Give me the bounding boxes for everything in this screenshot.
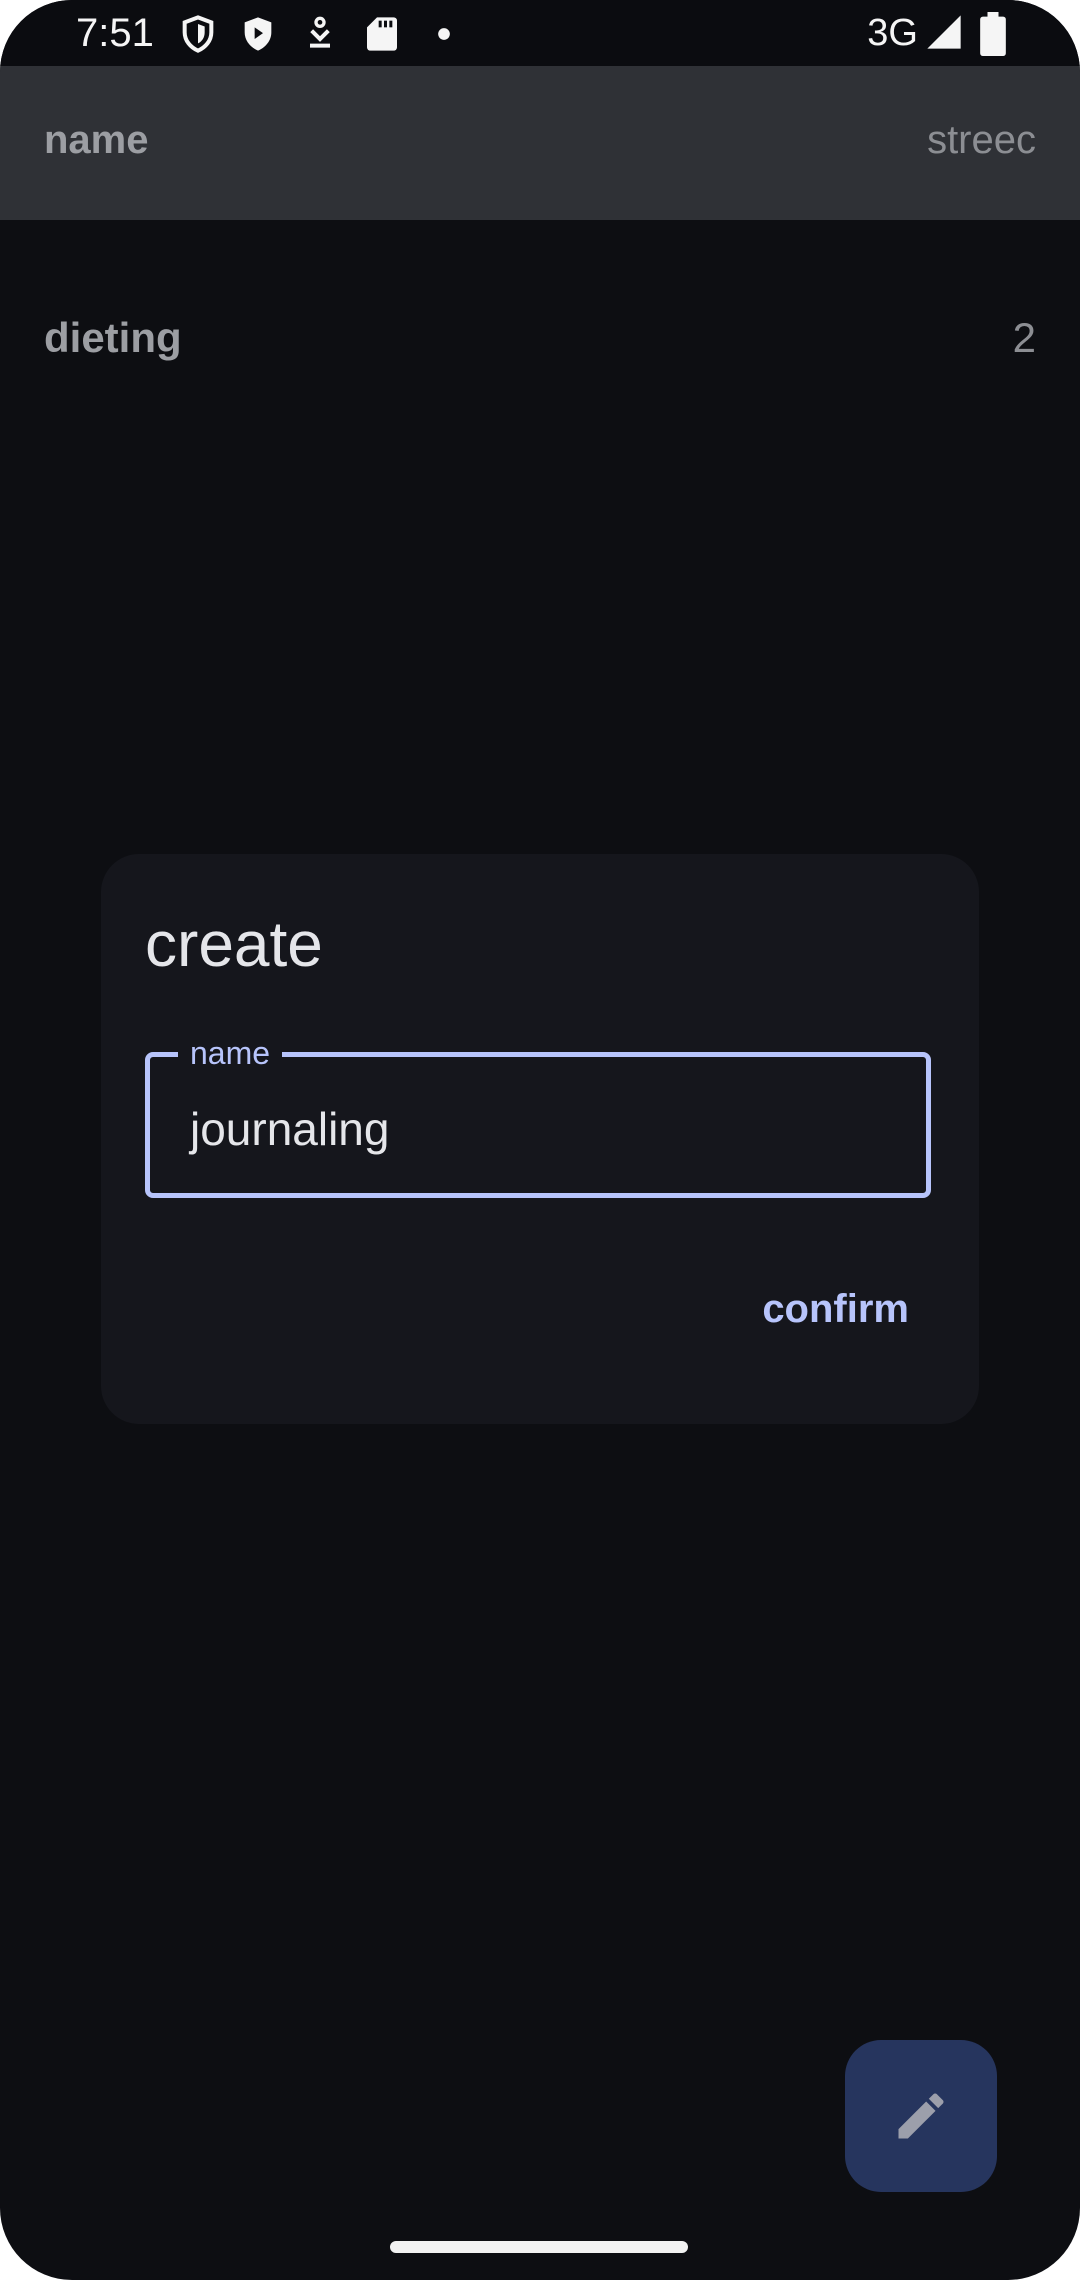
item-name: dieting: [44, 314, 182, 361]
status-bar: 7:51 3G: [0, 0, 1080, 66]
gesture-navigation-bar[interactable]: [390, 2241, 688, 2253]
notification-dot-icon: [438, 28, 450, 40]
shield-icon: [182, 15, 214, 53]
pencil-icon: [898, 2093, 944, 2139]
battery-icon: [980, 12, 1006, 56]
list-item[interactable]: dieting 2: [0, 300, 1080, 380]
create-dialog: create name journaling confirm: [101, 854, 979, 1424]
network-type: 3G: [867, 12, 918, 54]
name-field-value[interactable]: journaling: [190, 1103, 389, 1155]
signal-icon: [927, 15, 961, 49]
header-name-label: name: [44, 118, 149, 162]
confirm-button[interactable]: confirm: [762, 1284, 909, 1334]
name-field-label: name: [178, 1033, 283, 1073]
status-time: 7:51: [76, 11, 154, 55]
edit-fab[interactable]: [845, 2040, 997, 2192]
list-header: name streec: [0, 66, 1080, 220]
sd-card-icon: [367, 17, 397, 51]
name-field[interactable]: name journaling: [145, 1033, 931, 1198]
play-shield-icon: [244, 17, 272, 51]
header-streak-label: streec: [927, 118, 1036, 162]
download-icon: [310, 16, 330, 48]
phone-screen: 7:51 3G name streec dieting 2 create nam…: [0, 0, 1080, 2280]
dialog-title: create: [145, 908, 323, 980]
item-count: 2: [1012, 314, 1036, 361]
